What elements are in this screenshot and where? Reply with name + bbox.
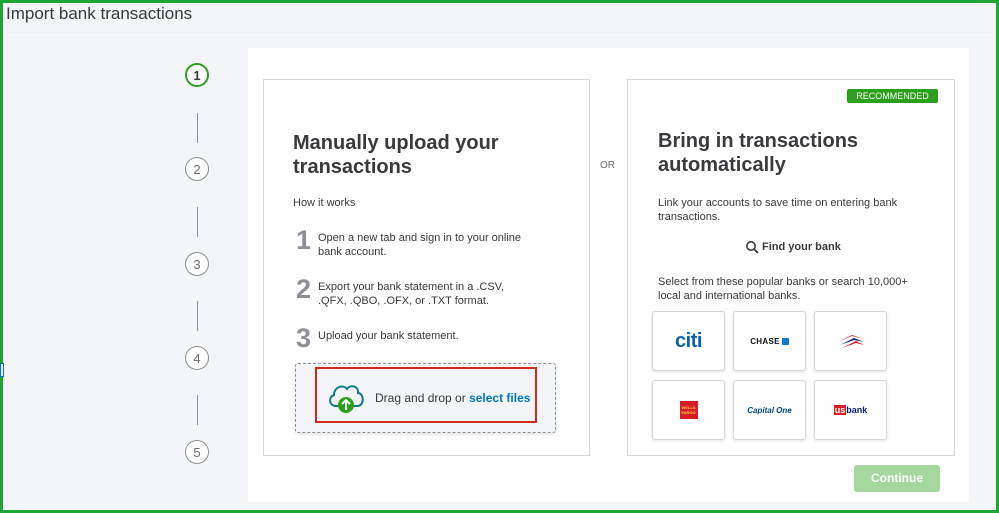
citi-logo: citi: [675, 329, 702, 352]
bank-tile-chase[interactable]: CHASE: [733, 311, 806, 371]
step-3: 3: [185, 252, 209, 276]
step-1: 1: [185, 63, 209, 87]
bank-tile-citi[interactable]: citi: [652, 311, 725, 371]
popular-banks-text: Select from these popular banks or searc…: [658, 276, 908, 302]
step-connector: [197, 395, 198, 425]
step-connector: [197, 113, 198, 143]
drop-instructions: Drag and drop or select files: [375, 391, 530, 405]
instruction-number: 1: [296, 225, 312, 255]
chase-logo-text: CHASE: [750, 336, 780, 346]
page-title: Import bank transactions: [6, 4, 193, 23]
search-icon: [746, 241, 759, 254]
bank-of-america-flag-icon: [837, 335, 864, 348]
chase-octagon-icon: [781, 337, 789, 345]
cloud-upload-icon: [329, 385, 364, 413]
edge-marker: [0, 363, 4, 377]
bank-tile-capital-one[interactable]: Capital One: [733, 380, 806, 440]
step-2: 2: [185, 157, 209, 181]
select-files-link[interactable]: select files: [469, 391, 530, 405]
find-bank-link[interactable]: Find your bank: [745, 240, 841, 254]
capital-one-logo: Capital One: [747, 405, 792, 415]
title-divider: [3, 32, 996, 33]
step-5: 5: [185, 440, 209, 464]
chase-logo: CHASE: [750, 337, 789, 346]
find-bank-label: Find your bank: [762, 240, 841, 253]
instruction-text: Open a new tab and sign in to your onlin…: [318, 232, 522, 258]
bank-tile-bank-of-america[interactable]: [814, 311, 887, 371]
drop-label: Drag and drop or: [375, 391, 470, 405]
us-bank-logo-us: us: [833, 405, 847, 415]
wells-fargo-logo: WELLS FARGO: [679, 401, 698, 419]
auto-heading-line1: Bring in transactions: [658, 130, 859, 152]
auto-heading-line2: automatically: [658, 154, 786, 176]
manual-heading-line2: transactions: [293, 156, 412, 178]
step-connector: [197, 301, 198, 331]
or-separator: OR: [600, 160, 615, 171]
us-bank-logo: usbank: [833, 405, 868, 415]
step-4: 4: [185, 346, 209, 370]
step-connector: [197, 207, 198, 237]
bank-tile-wells-fargo[interactable]: WELLS FARGO: [652, 380, 725, 440]
instruction-text: Upload your bank statement.: [318, 330, 459, 342]
us-bank-logo-bank: bank: [846, 405, 868, 415]
instruction-text: Export your bank statement in a .CSV, .Q…: [318, 281, 505, 307]
auto-description: Link your accounts to save time on enter…: [658, 197, 898, 223]
how-it-works-label: How it works: [293, 197, 356, 209]
recommended-badge: RECOMMENDED: [847, 89, 938, 103]
instruction-number: 3: [296, 323, 312, 353]
continue-button[interactable]: Continue: [854, 465, 940, 492]
instruction-number: 2: [296, 274, 312, 304]
bank-tile-us-bank[interactable]: usbank: [814, 380, 887, 440]
manual-heading-line1: Manually upload your: [293, 132, 499, 154]
